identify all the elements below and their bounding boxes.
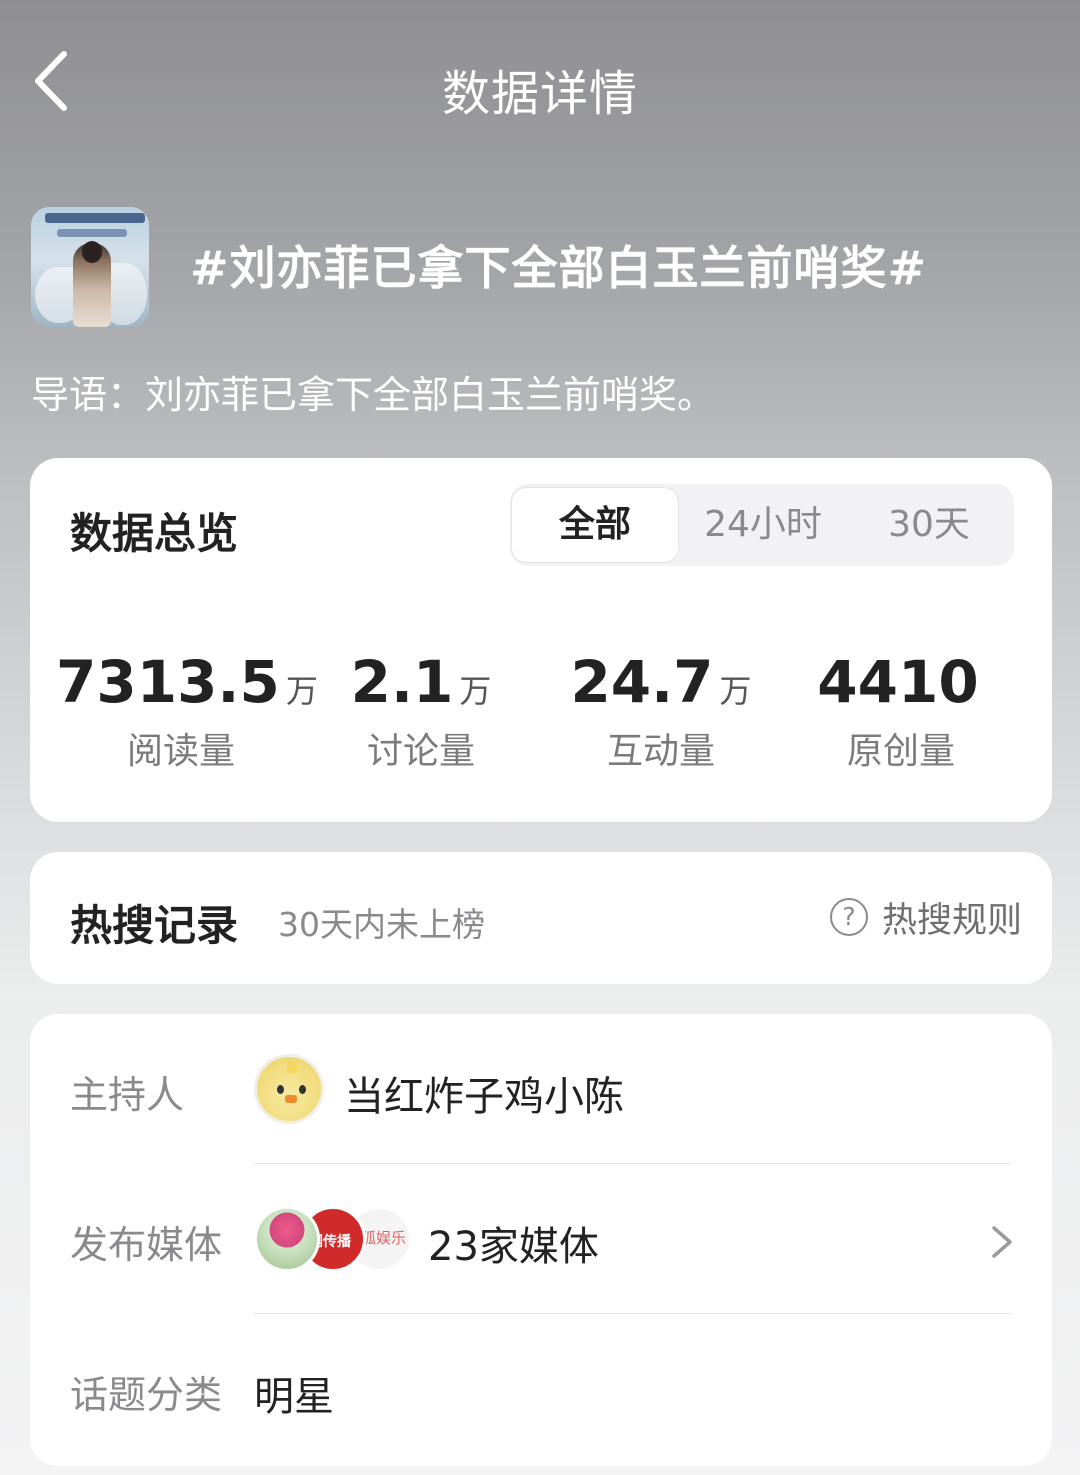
overview-title: 数据总览 [70,509,239,558]
media-avatar-stack: 网传播 狐娱乐 [254,1206,414,1276]
question-circle-icon: ? [829,898,868,936]
hot-search-rules-label: 热搜规则 [881,900,1022,941]
overview-card: 数据总览 全部 24小时 30天 7313.5 万 阅读量 2.1 万 讨论量 24… [30,458,1052,822]
stat-unit: 万 [719,672,752,710]
host-row[interactable]: 主持人 当红炸子鸡小陈 [30,1014,1052,1164]
tab-30-days[interactable]: 30天 [846,488,1012,562]
category-row: 话题分类 明星 [30,1314,1052,1464]
cover-badge [45,213,145,223]
topic-lead: 导语：刘亦菲已拿下全部白玉兰前哨奖。 [31,373,716,417]
tab-24-hours[interactable]: 24小时 [680,488,846,562]
stat-reads: 7313.5 万 阅读量 [56,648,318,774]
cover-subtitle [57,229,127,237]
stat-label: 讨论量 [366,731,475,772]
category-value: 明星 [254,1374,334,1420]
stat-discussions: 2.1 万 讨论量 [296,648,546,774]
media-row[interactable]: 发布媒体 网传播 狐娱乐 23家媒体 [30,1164,1052,1314]
stat-unit: 万 [459,672,492,710]
page-title: 数据详情 [441,66,638,122]
media-label: 发布媒体 [70,1223,223,1267]
host-name[interactable]: 当红炸子鸡小陈 [344,1064,624,1122]
hot-search-title: 热搜记录 [70,901,239,950]
host-avatar[interactable] [254,1054,324,1124]
hot-search-rules-link[interactable]: ? 热搜规则 [829,892,1022,942]
chevron-right-icon[interactable] [986,1222,1016,1262]
media-count: 23家媒体 [428,1224,599,1270]
hot-search-card: 热搜记录 30天内未上榜 ? 热搜规则 [30,852,1052,984]
hot-search-status: 30天内未上榜 [278,905,485,944]
stat-label: 阅读量 [126,731,235,772]
media-avatar [254,1206,320,1272]
time-range-segmented-control: 全部 24小时 30天 [510,484,1014,566]
category-label: 话题分类 [70,1373,223,1417]
topic-title: #刘亦菲已拿下全部白玉兰前哨奖# [190,241,928,295]
tab-all[interactable]: 全部 [512,488,678,562]
stat-value: 4410 [817,648,979,716]
stat-interactions: 24.7 万 互动量 [536,648,786,774]
stat-label: 互动量 [606,731,715,772]
stat-originals: 4410 原创量 [776,648,1026,774]
stat-value: 2.1 [350,648,454,716]
topic-info-card: 主持人 当红炸子鸡小陈 发布媒体 网传播 狐娱乐 23家媒体 话题分类 明星 [30,1014,1052,1466]
stat-value: 7313.5 [56,648,280,716]
top-bar: 数据详情 [0,0,1080,170]
stat-value: 24.7 [570,648,714,716]
topic-cover-image [31,207,149,327]
host-label: 主持人 [70,1073,185,1117]
stat-label: 原创量 [846,731,955,772]
